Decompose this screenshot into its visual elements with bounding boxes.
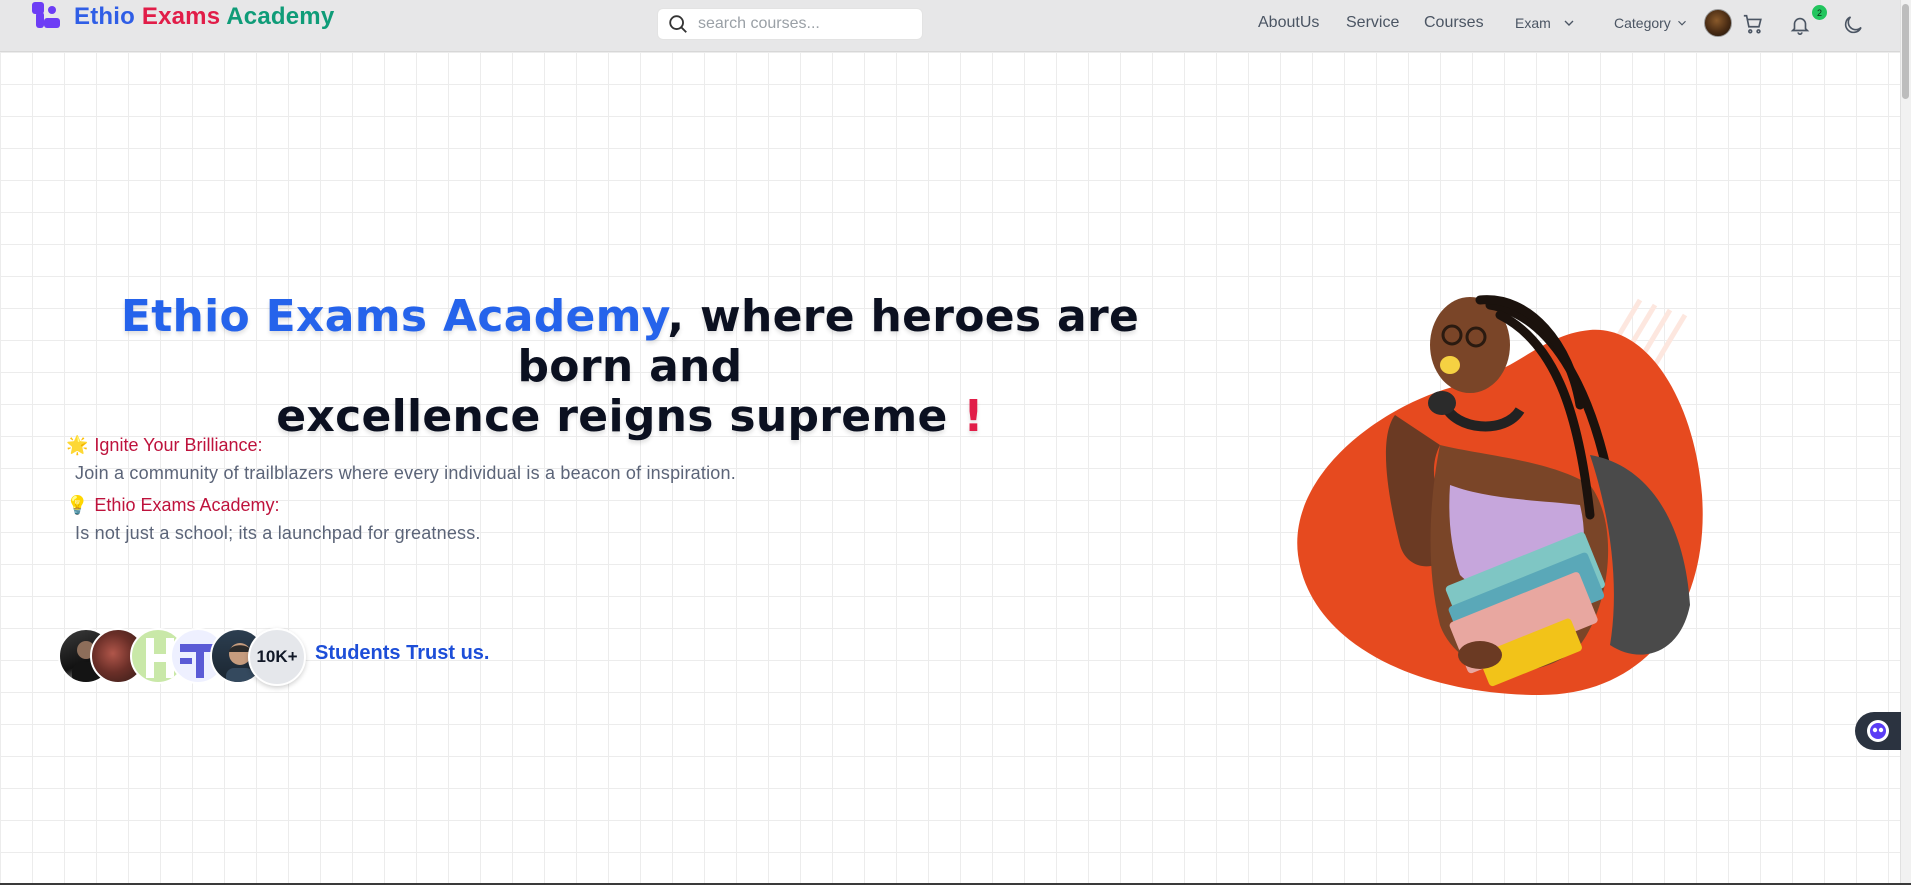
- hero-title-exclaim: !: [963, 391, 984, 442]
- students-trust-text: Students Trust us.: [315, 642, 490, 664]
- page-scrollbar[interactable]: [1900, 0, 1911, 885]
- moon-icon[interactable]: [1841, 13, 1865, 37]
- hero-title-line2: excellence reigns supreme: [276, 391, 948, 442]
- cart-icon[interactable]: [1742, 13, 1764, 35]
- chevron-down-icon: [1564, 20, 1574, 26]
- brand-word-1: Ethio: [74, 3, 135, 30]
- nav-dropdown-category[interactable]: Category: [1614, 15, 1689, 31]
- notification-badge: 2: [1812, 5, 1827, 20]
- user-avatar[interactable]: [1704, 9, 1732, 37]
- feature-desc-1: Join a community of trailblazers where e…: [75, 463, 736, 483]
- brand-logo[interactable]: Ethio Exams Academy: [30, 0, 334, 34]
- feature-heading-1: 🌟 Ignite Your Brilliance:: [66, 435, 263, 456]
- brand-name: Ethio Exams Academy: [74, 3, 334, 31]
- nav-dropdown-exam-label: Exam: [1515, 15, 1551, 31]
- brand-word-2: Exams: [141, 3, 221, 30]
- chatbot-icon: [1867, 720, 1889, 742]
- logo-mark-icon: [30, 2, 62, 32]
- hero-illustration: [1297, 295, 1703, 695]
- scrollbar-thumb[interactable]: [1902, 4, 1909, 99]
- search-input[interactable]: [698, 15, 908, 33]
- search-icon[interactable]: [658, 8, 698, 40]
- students-count-badge: 10K+: [248, 628, 306, 686]
- top-navbar: Ethio Exams Academy AboutUs Service Cour…: [0, 0, 1900, 52]
- hero-title-brand: Ethio Exams Academy: [120, 291, 668, 342]
- chatbot-launcher[interactable]: [1855, 712, 1901, 750]
- nav-link-aboutus[interactable]: AboutUs: [1258, 14, 1319, 32]
- search-bar: [657, 8, 923, 40]
- feature-heading-2-text: Ethio Exams Academy:: [94, 495, 280, 515]
- brand-word-3: Academy: [226, 3, 335, 30]
- nav-dropdown-exam[interactable]: Exam: [1515, 15, 1577, 31]
- bell-icon[interactable]: [1789, 14, 1811, 36]
- nav-link-courses[interactable]: Courses: [1424, 14, 1484, 32]
- nav-dropdown-category-label: Category: [1614, 15, 1671, 31]
- feature-desc-2: Is not just a school; its a launchpad fo…: [75, 523, 481, 543]
- feature-heading-1-text: Ignite Your Brilliance:: [94, 435, 263, 455]
- star-icon: 🌟: [66, 435, 89, 455]
- lightbulb-icon: 💡: [66, 495, 89, 515]
- hero-title: Ethio Exams Academy, where heroes are bo…: [60, 292, 1200, 442]
- nav-link-service[interactable]: Service: [1346, 14, 1399, 32]
- feature-heading-2: 💡 Ethio Exams Academy:: [66, 495, 280, 516]
- chevron-down-icon: [1677, 20, 1686, 26]
